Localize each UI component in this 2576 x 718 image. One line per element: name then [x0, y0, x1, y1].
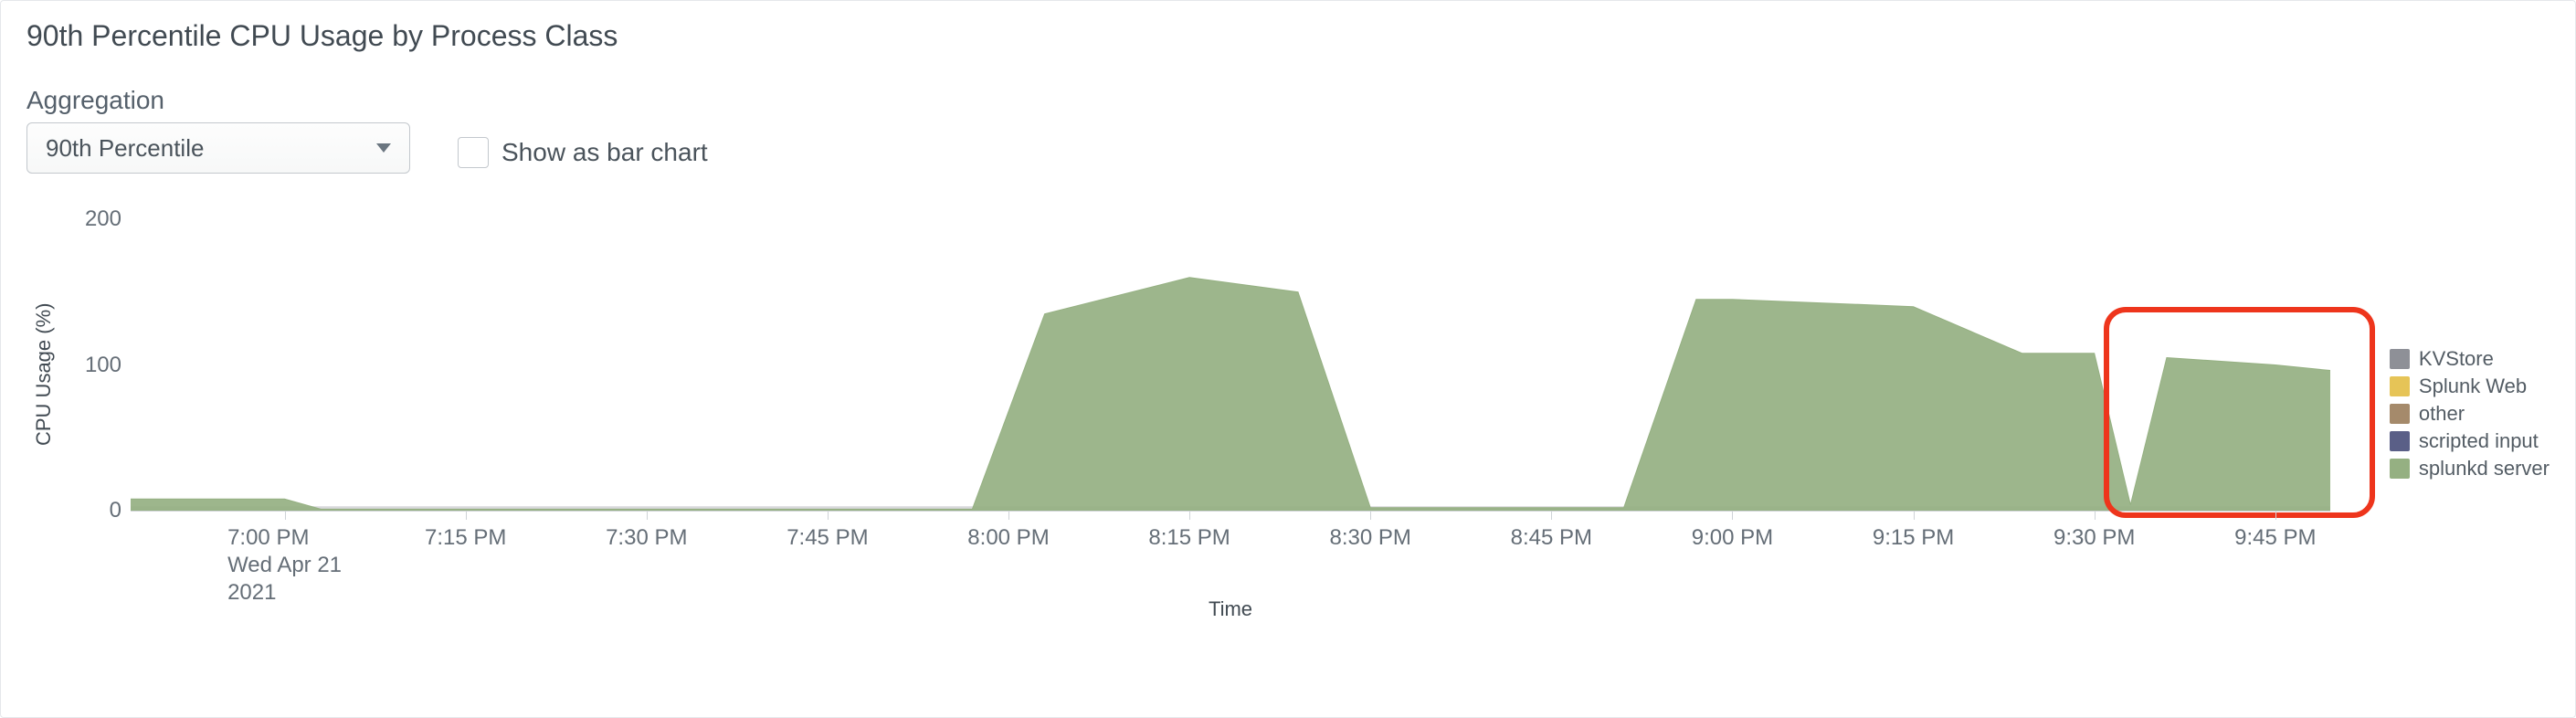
bar-chart-label: Show as bar chart: [501, 138, 708, 167]
plot-wrapper: 0100200 7:00 PMWed Apr 212021 7:15 PM 7:30…: [61, 219, 2550, 621]
plot-area[interactable]: 0100200: [131, 219, 2330, 512]
aggregation-value: 90th Percentile: [46, 134, 204, 163]
legend-item[interactable]: splunkd server: [2390, 457, 2550, 480]
chart: CPU Usage (%) 0100200 7:00 PMWed Apr 212…: [26, 219, 2550, 621]
panel-title: 90th Percentile CPU Usage by Process Cla…: [26, 19, 2550, 53]
y-tick-label: 200: [85, 206, 121, 232]
x-tick-label: 7:15 PM: [425, 524, 506, 552]
checkbox-icon[interactable]: [458, 137, 489, 168]
x-tick-label: 8:15 PM: [1148, 524, 1230, 552]
legend-swatch: [2390, 404, 2410, 424]
x-tick-label: 7:00 PMWed Apr 212021: [227, 524, 342, 607]
aggregation-label: Aggregation: [26, 86, 410, 115]
area-series: [131, 219, 2330, 511]
x-tick-label: 8:00 PM: [967, 524, 1049, 552]
legend-label: KVStore: [2419, 347, 2494, 371]
y-axis-label: CPU Usage (%): [26, 228, 61, 521]
legend-label: other: [2419, 402, 2465, 426]
x-tick-label: 8:30 PM: [1330, 524, 1411, 552]
chevron-down-icon: [376, 143, 391, 153]
y-tick-label: 0: [110, 498, 121, 523]
legend-item[interactable]: Splunk Web: [2390, 375, 2550, 398]
legend-item[interactable]: KVStore: [2390, 347, 2550, 371]
x-tick-label: 9:30 PM: [2053, 524, 2135, 552]
legend-swatch: [2390, 349, 2410, 369]
bar-chart-toggle[interactable]: Show as bar chart: [458, 137, 708, 168]
x-tick-label: 9:00 PM: [1692, 524, 1773, 552]
x-tick-label: 7:30 PM: [606, 524, 687, 552]
legend-label: splunkd server: [2419, 457, 2550, 480]
x-tick-label: 9:15 PM: [1873, 524, 1954, 552]
x-tick-label: 7:45 PM: [787, 524, 868, 552]
controls-row: Aggregation 90th Percentile Show as bar …: [26, 86, 2550, 174]
x-axis-ticks: 7:00 PMWed Apr 2120217:15 PM7:30 PM7:45 …: [131, 512, 2330, 594]
y-tick-label: 100: [85, 353, 121, 378]
aggregation-group: Aggregation 90th Percentile: [26, 86, 410, 174]
legend-item[interactable]: scripted input: [2390, 429, 2550, 453]
legend-swatch: [2390, 431, 2410, 451]
legend-label: scripted input: [2419, 429, 2539, 453]
x-axis-label: Time: [131, 597, 2330, 621]
legend: KVStore Splunk Web other scripted input splu…: [2390, 347, 2550, 480]
legend-swatch: [2390, 376, 2410, 396]
x-tick-label: 9:45 PM: [2234, 524, 2316, 552]
legend-item[interactable]: other: [2390, 402, 2550, 426]
legend-swatch: [2390, 459, 2410, 479]
aggregation-dropdown[interactable]: 90th Percentile: [26, 122, 410, 174]
x-tick-label: 8:45 PM: [1511, 524, 1592, 552]
legend-label: Splunk Web: [2419, 375, 2527, 398]
